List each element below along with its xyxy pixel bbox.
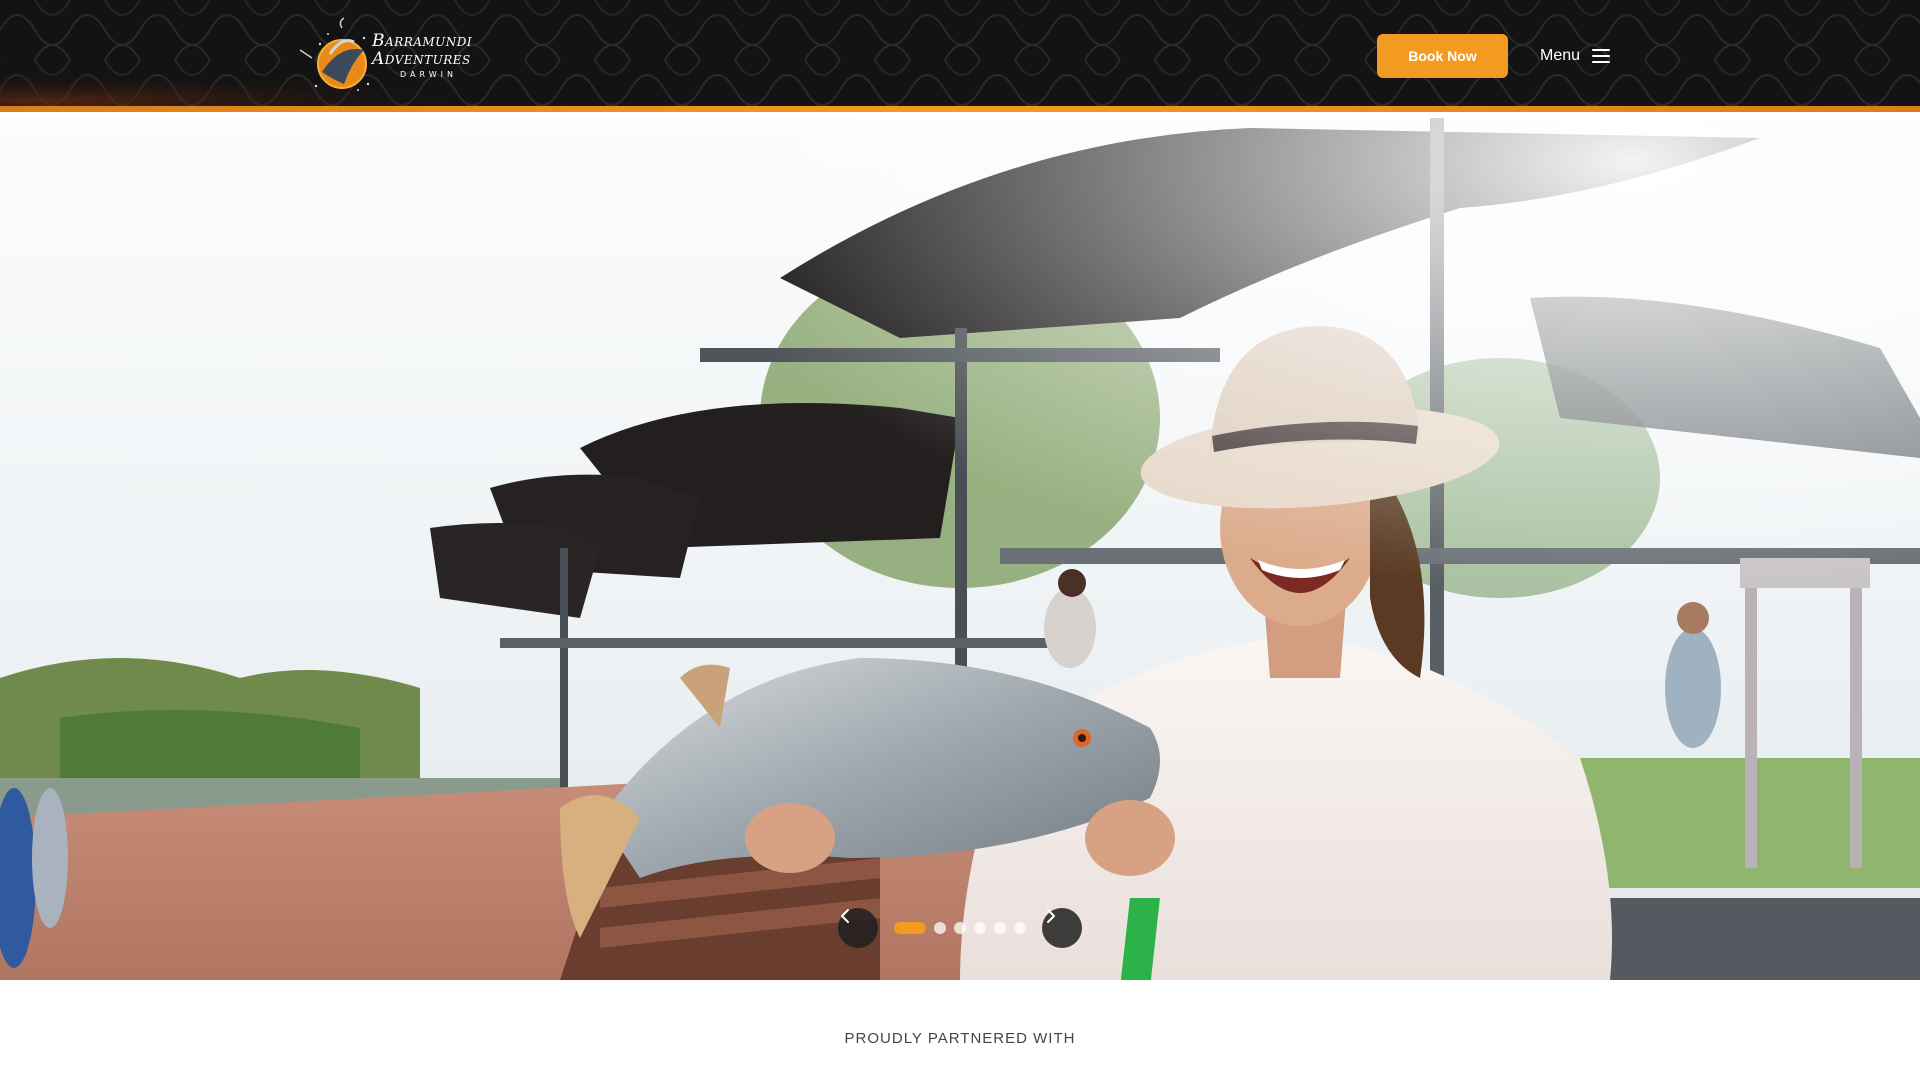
header-accent-bar bbox=[0, 106, 1920, 112]
logo-wordmark: Barramundi Adventures DARWIN bbox=[372, 33, 472, 79]
hero-image bbox=[0, 118, 1920, 980]
logo-line-3: DARWIN bbox=[400, 70, 457, 79]
slider-dot-1[interactable] bbox=[894, 922, 926, 934]
site-logo[interactable]: Barramundi Adventures DARWIN bbox=[292, 14, 487, 98]
logo-line-1: Barramundi bbox=[372, 31, 473, 51]
site-header: Barramundi Adventures DARWIN Book Now Me… bbox=[0, 0, 1920, 112]
slider-dot-2[interactable] bbox=[934, 922, 946, 934]
slider-dot-3[interactable] bbox=[954, 922, 966, 934]
scale-pattern-background bbox=[0, 0, 1920, 112]
hero-slider bbox=[0, 118, 1920, 980]
logo-fish-emblem-icon bbox=[292, 14, 382, 98]
slider-dot-4[interactable] bbox=[974, 922, 986, 934]
chevron-right-icon bbox=[1047, 909, 1055, 923]
hamburger-icon bbox=[1592, 49, 1611, 63]
menu-label: Menu bbox=[1540, 47, 1581, 64]
slider-dot-6[interactable] bbox=[1014, 922, 1026, 934]
slider-prev-button[interactable] bbox=[838, 908, 878, 948]
menu-toggle-button[interactable]: Menu bbox=[1540, 40, 1611, 72]
partners-heading: PROUDLY PARTNERED WITH bbox=[844, 1030, 1076, 1047]
slider-next-button[interactable] bbox=[1042, 908, 1082, 948]
logo-line-2: Adventures bbox=[372, 49, 471, 69]
chevron-left-icon bbox=[841, 909, 849, 923]
book-now-button[interactable]: Book Now bbox=[1377, 34, 1508, 78]
slider-dots bbox=[894, 922, 1034, 934]
slider-dot-5[interactable] bbox=[994, 922, 1006, 934]
